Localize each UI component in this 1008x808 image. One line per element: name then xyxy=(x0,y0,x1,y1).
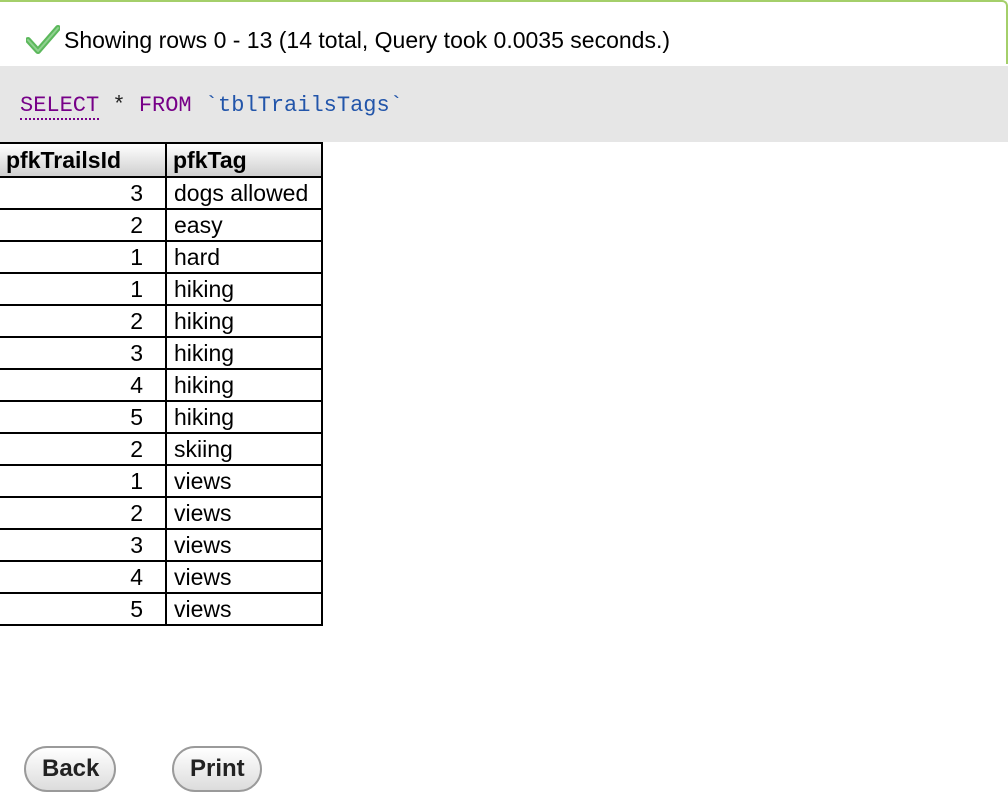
back-button[interactable]: Back xyxy=(24,746,116,792)
sql-from-keyword: FROM xyxy=(138,93,192,118)
cell-tag: hiking xyxy=(165,400,323,434)
sql-query: SELECT * FROM `tblTrailsTags` xyxy=(20,92,403,120)
cell-tag: hiking xyxy=(165,304,323,338)
table-row: 2 views xyxy=(0,496,323,530)
table-row: 2 hiking xyxy=(0,304,323,338)
cell-tag: hiking xyxy=(165,368,323,402)
sql-space xyxy=(192,93,205,118)
sql-query-box: SELECT * FROM `tblTrailsTags` xyxy=(0,66,1008,142)
success-message-box: Showing rows 0 - 13 (14 total, Query too… xyxy=(0,0,1008,64)
cell-trails-id: 1 xyxy=(0,240,167,274)
cell-trails-id: 2 xyxy=(0,208,167,242)
cell-trails-id: 2 xyxy=(0,304,167,338)
check-icon xyxy=(26,25,60,54)
table-header-row: pfkTrailsId pfkTag xyxy=(0,142,323,178)
table-row: 1 hiking xyxy=(0,272,323,306)
print-button[interactable]: Print xyxy=(172,746,262,792)
table-row: 3 hiking xyxy=(0,336,323,370)
sql-table-name: `tblTrailsTags` xyxy=(204,93,403,118)
results-table-body: 3 dogs allowed 2 easy 1 hard 1 hiking 2 hikin… xyxy=(0,176,323,626)
cell-trails-id: 3 xyxy=(0,176,167,210)
table-row: 4 views xyxy=(0,560,323,594)
cell-tag: views xyxy=(165,464,323,498)
cell-trails-id: 4 xyxy=(0,560,167,594)
cell-tag: dogs allowed xyxy=(165,176,323,210)
cell-tag: hard xyxy=(165,240,323,274)
table-row: 5 views xyxy=(0,592,323,626)
cell-trails-id: 2 xyxy=(0,496,167,530)
cell-trails-id: 5 xyxy=(0,592,167,626)
cell-tag: easy xyxy=(165,208,323,242)
sql-star: * xyxy=(99,93,139,118)
query-results-page: Showing rows 0 - 13 (14 total, Query too… xyxy=(0,0,1008,808)
table-row: 2 skiing xyxy=(0,432,323,466)
cell-tag: views xyxy=(165,528,323,562)
cell-trails-id: 2 xyxy=(0,432,167,466)
cell-trails-id: 4 xyxy=(0,368,167,402)
table-row: 4 hiking xyxy=(0,368,323,402)
cell-tag: skiing xyxy=(165,432,323,466)
cell-tag: hiking xyxy=(165,272,323,306)
column-header-pfktag[interactable]: pfkTag xyxy=(165,142,323,178)
cell-trails-id: 5 xyxy=(0,400,167,434)
cell-tag: views xyxy=(165,496,323,530)
table-row: 1 views xyxy=(0,464,323,498)
table-row: 3 dogs allowed xyxy=(0,176,323,210)
table-row: 1 hard xyxy=(0,240,323,274)
status-message: Showing rows 0 - 13 (14 total, Query too… xyxy=(64,27,670,53)
results-table: pfkTrailsId pfkTag 3 dogs allowed 2 easy 1… xyxy=(0,142,323,626)
cell-tag: hiking xyxy=(165,336,323,370)
cell-trails-id: 3 xyxy=(0,336,167,370)
table-row: 3 views xyxy=(0,528,323,562)
table-row: 5 hiking xyxy=(0,400,323,434)
cell-trails-id: 3 xyxy=(0,528,167,562)
cell-trails-id: 1 xyxy=(0,272,167,306)
cell-tag: views xyxy=(165,560,323,594)
table-row: 2 easy xyxy=(0,208,323,242)
sql-select-keyword-link[interactable]: SELECT xyxy=(20,93,100,120)
column-header-pfktrailsid[interactable]: pfkTrailsId xyxy=(0,142,167,178)
cell-trails-id: 1 xyxy=(0,464,167,498)
cell-tag: views xyxy=(165,592,323,626)
